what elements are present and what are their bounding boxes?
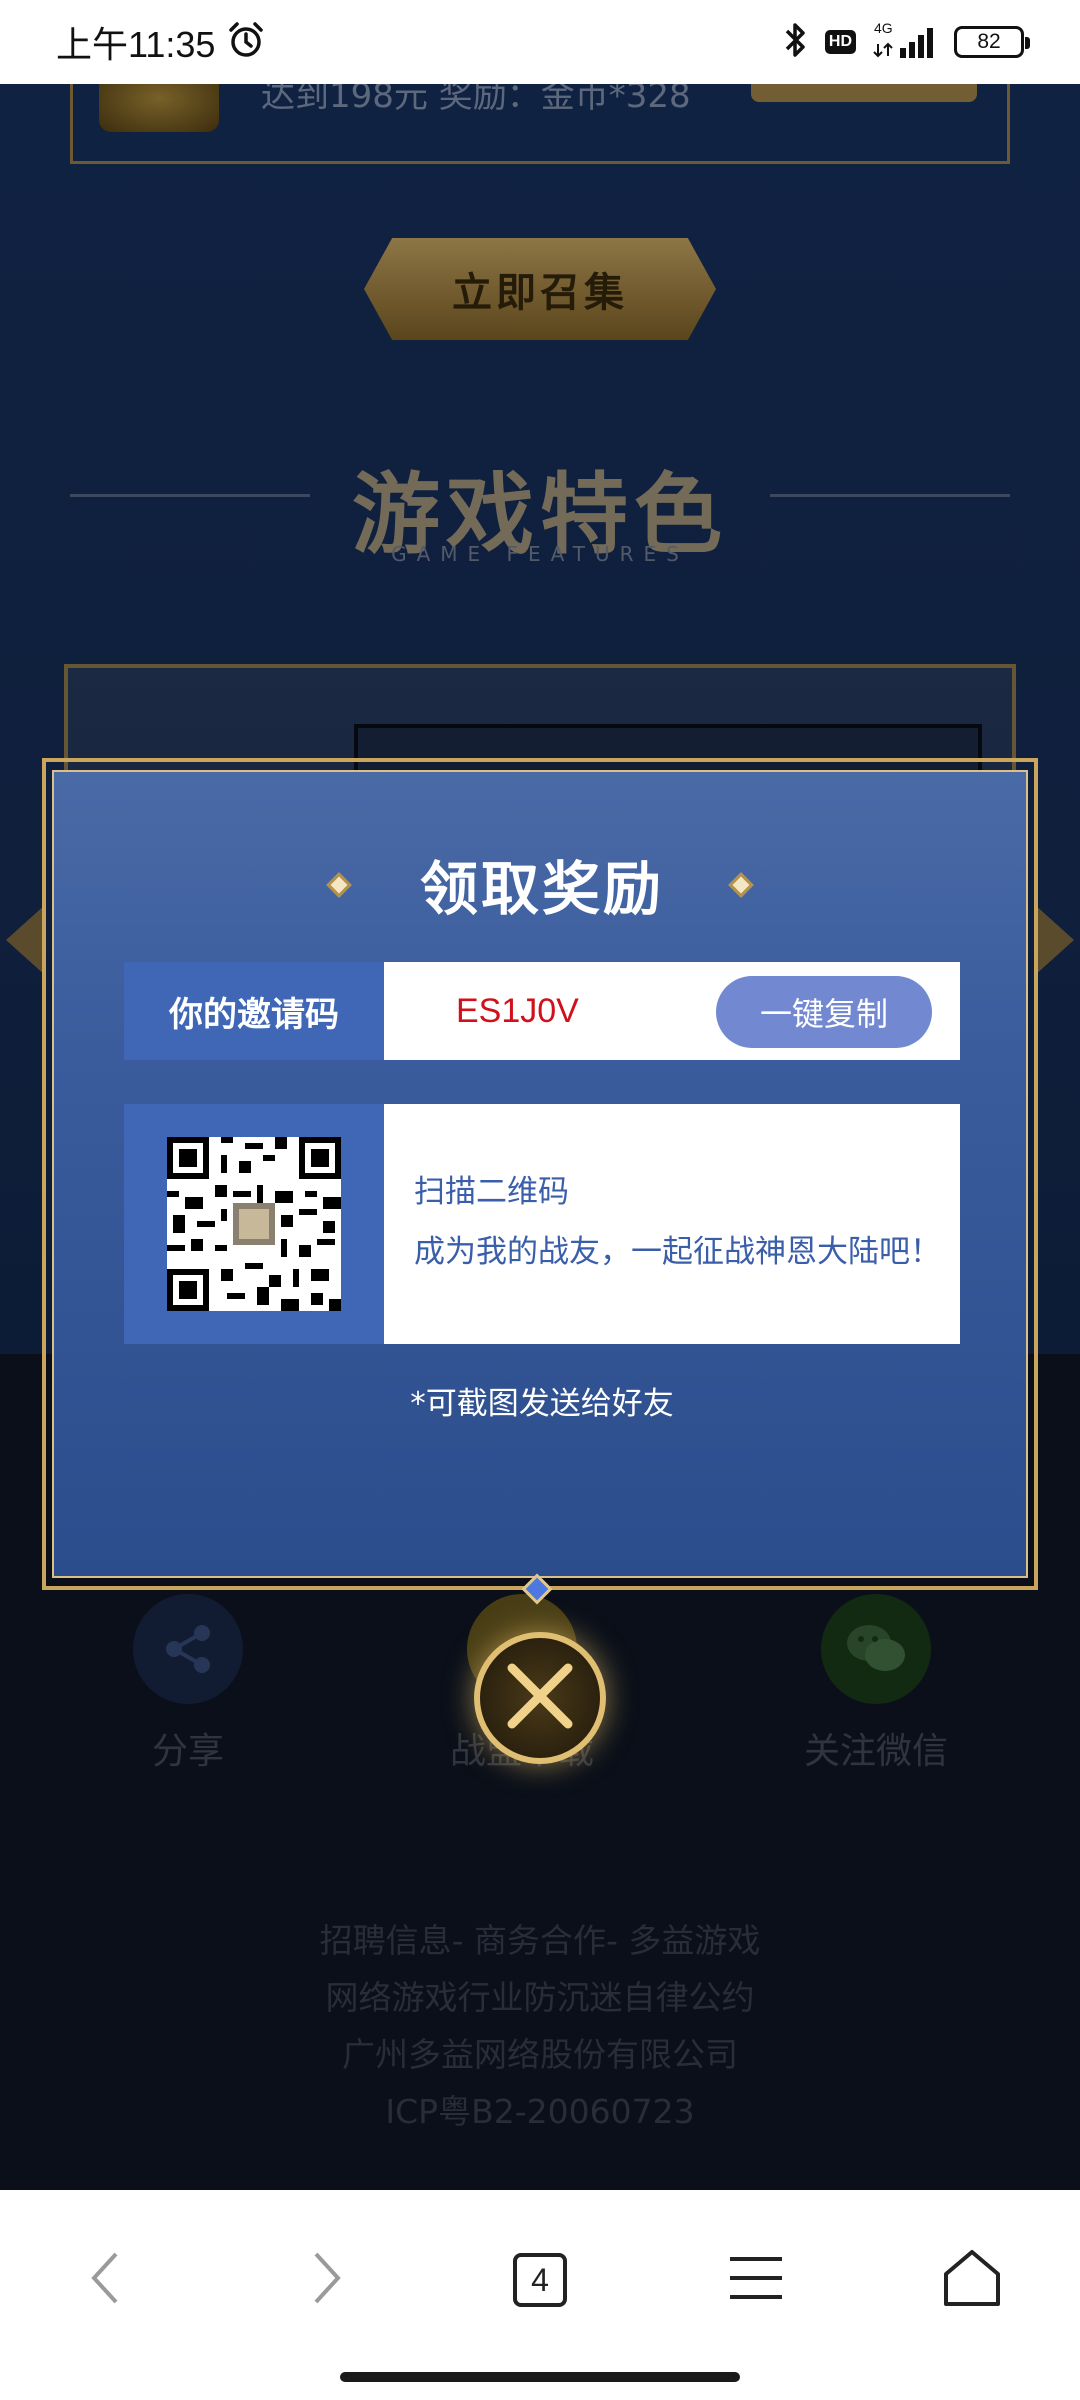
network-type: 4G [874, 20, 893, 36]
invite-code-label: 你的邀请码 [124, 962, 384, 1060]
chevron-right-icon [306, 2250, 346, 2310]
modal-title: 领取奖励 [419, 855, 664, 923]
invite-code-value: ES1J0V [456, 991, 579, 1030]
invite-code-row: 你的邀请码 ES1J0V 一键复制 [124, 962, 960, 1060]
qr-line-invite: 成为我的战友，一起征战神恩大陆吧！ [414, 1234, 941, 1270]
tabs-button[interactable]: 4 [490, 2230, 590, 2330]
browser-toolbar: 4 [0, 2190, 1080, 2400]
status-bar: 上午11:35 HD 4G 82 [0, 0, 1080, 84]
menu-button[interactable] [706, 2230, 806, 2330]
tab-count: 4 [513, 2253, 567, 2307]
forward-button[interactable] [276, 2230, 376, 2330]
status-time: 上午11:35 [56, 24, 216, 65]
home-button[interactable] [922, 2230, 1022, 2330]
qr-text: 扫描二维码 成为我的战友，一起征战神恩大陆吧！ [414, 1162, 941, 1282]
bluetooth-icon [781, 21, 811, 63]
back-button[interactable] [56, 2230, 156, 2330]
alarm-icon [227, 21, 265, 63]
menu-icon [728, 2255, 784, 2305]
hd-badge: HD [824, 30, 856, 54]
reward-modal: 领取奖励 你的邀请码 ES1J0V 一键复制 扫描二维码 成为我的战友，一起征战… [52, 770, 1028, 1578]
qr-code [167, 1137, 341, 1311]
close-icon [498, 1654, 582, 1742]
qr-line-scan: 扫描二维码 [414, 1174, 569, 1210]
status-left: 上午11:35 [56, 16, 265, 68]
qr-row: 扫描二维码 成为我的战友，一起征战神恩大陆吧！ [124, 1104, 960, 1344]
close-button[interactable] [474, 1632, 606, 1764]
screenshot-hint: *可截图发送给好友 [410, 1386, 674, 1422]
qr-panel [124, 1104, 384, 1344]
gesture-bar[interactable] [340, 2372, 740, 2382]
status-right: HD 4G 82 [781, 20, 1030, 64]
home-icon [942, 2248, 1002, 2312]
battery-indicator: 82 [954, 26, 1030, 58]
signal-icon: 4G [870, 20, 940, 64]
copy-button[interactable]: 一键复制 [716, 976, 932, 1048]
chevron-left-icon [86, 2250, 126, 2310]
